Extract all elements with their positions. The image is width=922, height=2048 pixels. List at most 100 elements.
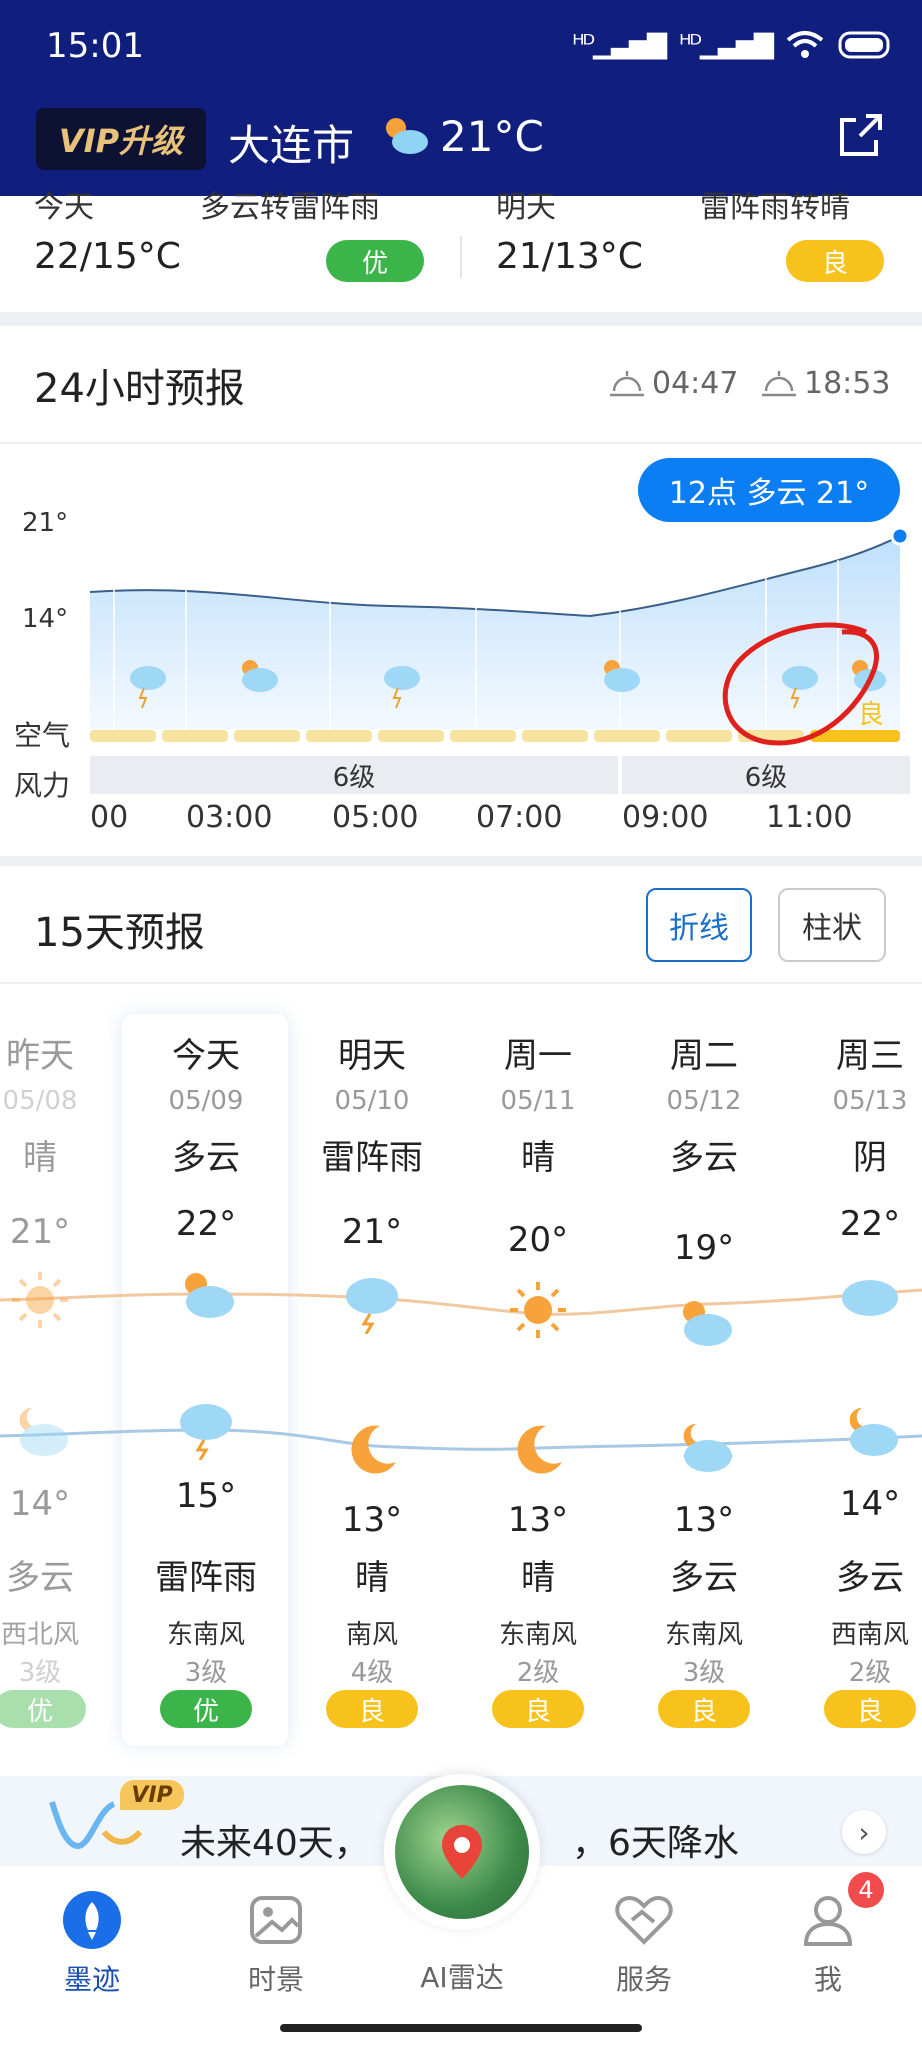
night-condition: 晴 xyxy=(355,1558,389,1598)
day-condition: 多云 xyxy=(670,1138,738,1178)
rocket-icon xyxy=(63,1891,121,1949)
wind-direction: 西北风 xyxy=(0,1620,79,1650)
day-date: 05/08 xyxy=(2,1086,78,1116)
banner-text-right: ，6天降水 xyxy=(572,1823,739,1864)
battery-icon xyxy=(838,31,890,59)
day-condition: 多云转雷阵雨 xyxy=(200,190,380,225)
sunset-value: 18:53 xyxy=(804,366,891,401)
aqi-badge: 良 xyxy=(658,1690,750,1728)
radar-map-icon xyxy=(395,1785,529,1919)
wind-direction: 西南风 xyxy=(830,1620,909,1650)
wind-direction: 南风 xyxy=(345,1620,398,1650)
hourly-temperature-chart[interactable] xyxy=(90,520,922,752)
day-date: 05/10 xyxy=(334,1086,410,1116)
aqi-badge: 优 xyxy=(0,1690,86,1728)
moon-icon xyxy=(288,1418,456,1486)
sunrise-value: 04:47 xyxy=(652,366,739,401)
nav-item-shijing[interactable]: 时景 xyxy=(216,1890,336,1998)
low-temperature: 14° xyxy=(839,1484,901,1524)
wind-row-label: 风力 xyxy=(14,769,71,802)
overcast-icon xyxy=(786,1264,922,1332)
low-temperature: 13° xyxy=(341,1500,403,1540)
wind-level: 3级 xyxy=(184,1658,228,1688)
day-condition: 晴 xyxy=(521,1138,555,1178)
partly-cloudy-icon xyxy=(386,118,428,154)
hour-label: 00 xyxy=(90,800,129,835)
night-condition: 多云 xyxy=(836,1558,904,1598)
moon-icon xyxy=(454,1418,622,1486)
app-header: 15:01 ᴴᴰ▁▃▅▇ ᴴᴰ▁▃▅▇ VIP升级 大连市 21°C xyxy=(0,0,922,196)
cloudy-night-icon xyxy=(786,1400,922,1468)
hour-label: 09:00 xyxy=(622,800,709,835)
high-temperature: 21° xyxy=(341,1212,403,1252)
nav-item-ai-radar[interactable]: AI雷达 xyxy=(402,1952,522,1996)
sun-icon xyxy=(454,1278,622,1346)
status-icons: ᴴᴰ▁▃▅▇ ᴴᴰ▁▃▅▇ xyxy=(572,30,892,60)
hour-label: 03:00 xyxy=(186,800,273,835)
day-condition: 雷阵雨 xyxy=(321,1138,423,1178)
day-name: 周三 xyxy=(836,1036,904,1076)
share-icon[interactable] xyxy=(836,110,886,160)
high-temperature: 21° xyxy=(9,1212,71,1252)
user-icon xyxy=(803,1896,853,1946)
day-name: 周一 xyxy=(504,1036,572,1076)
high-temperature: 22° xyxy=(175,1204,237,1244)
home-indicator[interactable] xyxy=(280,2024,642,2032)
wind-direction: 东南风 xyxy=(166,1620,245,1650)
aqi-badge: 良 xyxy=(492,1690,584,1728)
day-name: 今天 xyxy=(172,1036,240,1076)
day-label: 明天 xyxy=(496,190,556,225)
divider xyxy=(0,982,922,984)
air-quality-row-label: 空气 xyxy=(14,719,71,752)
sunrise-time: 04:47 xyxy=(608,366,738,401)
vip-tag: VIP xyxy=(120,1780,184,1810)
image-icon xyxy=(250,1896,302,1944)
aqi-badge: 良 xyxy=(326,1690,418,1728)
low-temperature: 13° xyxy=(507,1500,569,1540)
night-condition: 多云 xyxy=(6,1558,74,1598)
hourly-tooltip[interactable]: 12点 多云 21° xyxy=(638,458,900,522)
heart-handshake-icon xyxy=(615,1895,673,1945)
vip-upgrade-button[interactable]: VIP升级 xyxy=(36,108,206,170)
aqi-badge: 良 xyxy=(824,1690,916,1728)
notification-badge: 4 xyxy=(848,1872,884,1908)
wind-level: 3级 xyxy=(18,1658,62,1688)
nav-item-services[interactable]: 服务 xyxy=(584,1890,704,1998)
city-name[interactable]: 大连市 xyxy=(228,112,354,173)
low-temperature: 15° xyxy=(175,1476,237,1516)
night-condition: 多云 xyxy=(670,1558,738,1598)
cloudy-night-icon xyxy=(0,1400,124,1468)
divider xyxy=(460,236,462,278)
nav-label: 墨迹 xyxy=(63,1963,120,1996)
today-temp-range: 22/15°C xyxy=(34,236,181,277)
hour-label: 11:00 xyxy=(766,800,853,835)
today-tomorrow-summary: 今天 多云转雷阵雨 22/15°C 优 明天 雷阵雨转晴 21/13°C 良 xyxy=(0,190,922,312)
location-pin-icon xyxy=(442,1825,482,1879)
day-name: 明天 xyxy=(338,1036,406,1076)
nav-item-moji[interactable]: 墨迹 xyxy=(32,1890,152,1998)
wind-direction: 东南风 xyxy=(498,1620,577,1650)
day-name: 周二 xyxy=(670,1036,738,1076)
air-quality-bars xyxy=(90,730,900,742)
thunderstorm-icon xyxy=(288,1270,456,1338)
divider xyxy=(0,442,922,444)
aqi-badge: 优 xyxy=(326,240,424,282)
partly-cloudy-icon xyxy=(122,1262,290,1330)
day-condition: 多云 xyxy=(172,1138,240,1178)
sunrise-icon xyxy=(610,370,644,396)
banner-text-left: 未来40天， xyxy=(180,1823,370,1864)
chevron-right-icon[interactable]: › xyxy=(842,1810,886,1854)
current-hour-dot xyxy=(890,526,910,546)
bar-view-toggle[interactable]: 柱状 xyxy=(778,888,886,962)
aqi-badge: 良 xyxy=(786,240,884,282)
night-condition: 雷阵雨 xyxy=(155,1558,257,1598)
y-tick-label: 21° xyxy=(22,508,69,538)
high-temperature: 19° xyxy=(673,1228,735,1268)
wind-level-segment: 6级 xyxy=(622,756,910,794)
y-tick-label: 14° xyxy=(22,604,69,634)
line-view-toggle[interactable]: 折线 xyxy=(646,888,752,962)
ai-radar-button[interactable] xyxy=(384,1774,540,1930)
wind-level: 4级 xyxy=(350,1658,394,1688)
hour-label: 05:00 xyxy=(332,800,419,835)
wind-level: 3级 xyxy=(682,1658,726,1688)
